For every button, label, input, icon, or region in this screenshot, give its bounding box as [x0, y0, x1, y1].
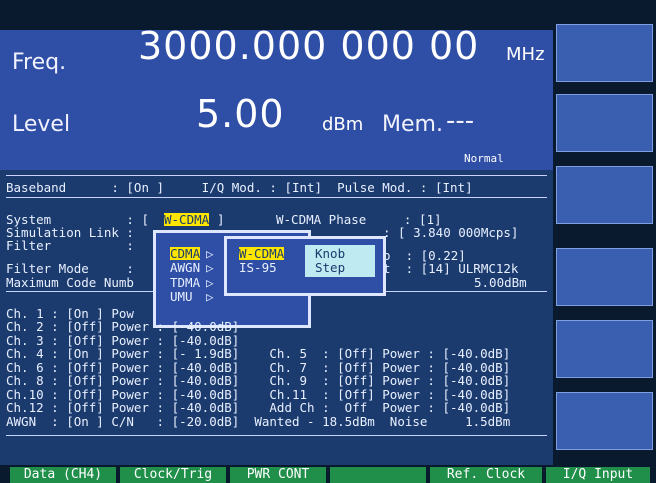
- filter-mode-label: Filter Mode :: [6, 261, 134, 276]
- submenu-item-wcdma[interactable]: W-CDMA: [239, 247, 285, 260]
- level-unit: dBm: [322, 114, 364, 135]
- data-ch4-button[interactable]: Data (CH4): [10, 467, 116, 483]
- frequency-level-panel: Freq. 3000.000 000 00 MHz Level 5.00 dBm…: [0, 24, 553, 170]
- divider-status: [6, 197, 547, 198]
- softkey-2[interactable]: [556, 94, 653, 152]
- knob-label: Knob: [315, 246, 346, 261]
- channel-row-2: Ch. 2 : [Off] Power : [-40.0dB]: [6, 319, 240, 334]
- divider-top: [6, 175, 547, 176]
- status-line: Baseband : [On ] I/Q Mod. : [Int] Pulse …: [6, 180, 473, 195]
- channel-row-8: Ch.12 : [Off] Power : [-40.0dB] Add Ch :…: [6, 400, 511, 415]
- menu-arrow-cdma: ▷: [206, 246, 214, 261]
- mem-label: Mem.: [382, 112, 443, 137]
- level-label: Level: [12, 112, 71, 137]
- system-value[interactable]: W-CDMA: [164, 213, 210, 226]
- level-value[interactable]: 5.00: [196, 92, 285, 136]
- freq-unit: MHz: [506, 44, 545, 65]
- menu-arrow-awgn: ▷: [206, 260, 214, 275]
- softkey-6[interactable]: [556, 392, 653, 450]
- menu-item-awgn[interactable]: AWGN: [170, 261, 200, 274]
- menu-arrow-umu: ▷: [206, 289, 214, 304]
- max-code-value: 5.00dBm: [474, 275, 527, 290]
- awgn-row: AWGN : [On ] C/N : [-20.0dB] Wanted - 18…: [6, 414, 511, 429]
- channel-row-6: Ch. 8 : [Off] Power : [-40.0dB] Ch. 9 : …: [6, 373, 511, 388]
- pwr-cont-button[interactable]: PWR CONT: [230, 467, 326, 483]
- system-close: ]: [217, 212, 225, 227]
- submenu-item-is95[interactable]: IS-95: [239, 261, 277, 274]
- step-label: Step: [315, 260, 346, 275]
- max-code-label: Maximum Code Numb: [6, 275, 134, 290]
- menu-item-tdma[interactable]: TDMA: [170, 276, 200, 289]
- softkey-1[interactable]: [556, 24, 653, 82]
- menu-item-umu[interactable]: UMU: [170, 290, 193, 303]
- cdma-submenu[interactable]: W-CDMA IS-95 Knob Step: [224, 236, 386, 296]
- freq-label: Freq.: [12, 50, 67, 75]
- iq-input-button[interactable]: I/Q Input: [546, 467, 650, 483]
- softkey-4[interactable]: [556, 248, 653, 306]
- mem-value: ---: [446, 106, 475, 136]
- channel-row-4: Ch. 4 : [On ] Power : [- 1.9dB] Ch. 5 : …: [6, 346, 511, 361]
- menu-arrow-tdma: ▷: [206, 275, 214, 290]
- freq-value[interactable]: 3000.000 000 00: [138, 24, 479, 68]
- softkey-5[interactable]: [556, 320, 653, 378]
- blank-button[interactable]: [330, 467, 426, 483]
- divider-bottom: [6, 435, 547, 436]
- softkey-3[interactable]: [556, 166, 653, 224]
- clock-trig-button[interactable]: Clock/Trig: [120, 467, 226, 483]
- chip-rate: : [ 3.840 000Mcps]: [383, 225, 519, 240]
- filter-label: Filter :: [6, 238, 134, 253]
- measurement-channel: t : [14] ULRMC12k: [383, 261, 519, 276]
- mode-label: Normal: [464, 152, 504, 165]
- menu-item-cdma[interactable]: CDMA: [170, 247, 201, 260]
- ref-clock-button[interactable]: Ref. Clock: [430, 467, 542, 483]
